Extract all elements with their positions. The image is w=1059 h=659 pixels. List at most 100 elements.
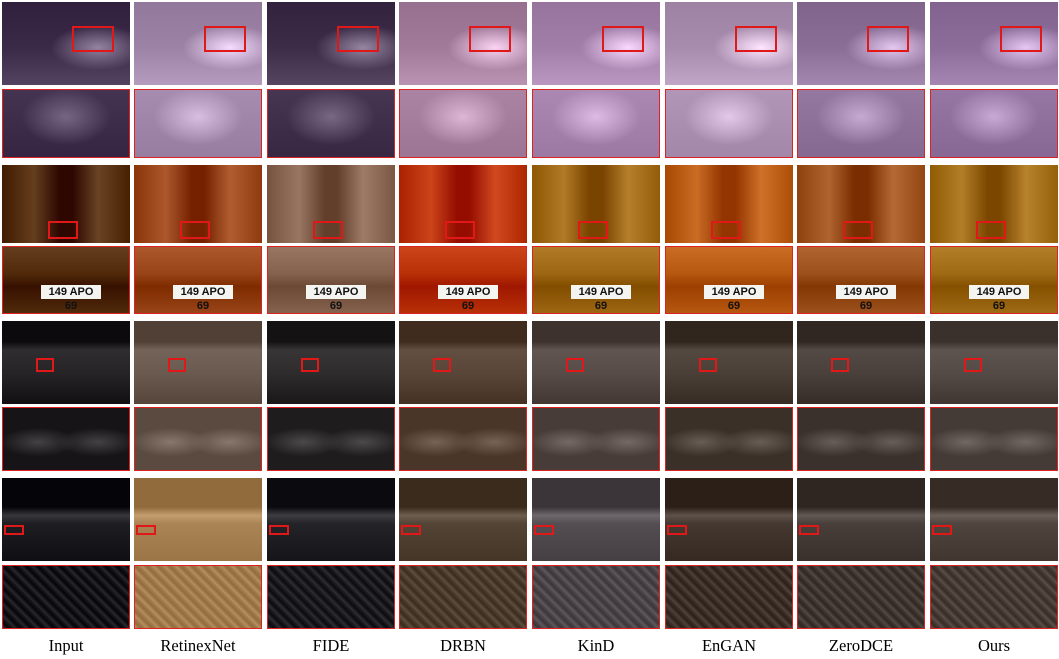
foggy-bus-night-fide-image — [267, 2, 395, 85]
night-street-people-zerodce-crop — [797, 407, 925, 471]
license-plate-text: 149 APO 69 — [173, 285, 233, 312]
roi-box — [168, 358, 186, 372]
foggy-bus-night-retinexnet-image — [134, 2, 262, 85]
bridge-bicycle-fide-image — [267, 478, 395, 561]
foggy-bus-night-engan-crop — [665, 89, 793, 158]
bridge-bicycle-input-crop — [2, 565, 130, 629]
street-car-plate-ours-crop: 149 APO 69 — [930, 246, 1058, 314]
bridge-bicycle-retinexnet-image — [134, 478, 262, 561]
foggy-bus-night-drbn-image — [399, 2, 527, 85]
street-car-plate-ours-image — [930, 165, 1058, 243]
night-street-people-engan-crop — [665, 407, 793, 471]
roi-box — [301, 358, 319, 372]
night-street-people-input-image — [2, 321, 130, 404]
foggy-bus-night-retinexnet-crop — [134, 89, 262, 158]
foggy-bus-night-input-crop — [2, 89, 130, 158]
night-street-people-drbn-image — [399, 321, 527, 404]
bridge-bicycle-engan-crop — [665, 565, 793, 629]
method-label-ours: Ours — [977, 636, 1011, 655]
roi-box — [36, 358, 54, 372]
roi-box — [964, 358, 982, 372]
night-street-people-kind-crop — [532, 407, 660, 471]
street-car-plate-input-image — [2, 165, 130, 243]
roi-box — [867, 26, 909, 52]
night-street-people-ours-image — [930, 321, 1058, 404]
foggy-bus-night-input-image — [2, 2, 130, 85]
night-street-people-engan-image — [665, 321, 793, 404]
roi-box — [602, 26, 644, 52]
roi-box — [180, 221, 210, 239]
roi-box — [699, 358, 717, 372]
street-car-plate-fide-image — [267, 165, 395, 243]
street-car-plate-input-crop: 149 APO 69 — [2, 246, 130, 314]
roi-box — [313, 221, 343, 239]
license-plate-text: 149 APO 69 — [571, 285, 631, 312]
bridge-bicycle-drbn-image — [399, 478, 527, 561]
night-street-people-drbn-crop — [399, 407, 527, 471]
roi-box — [48, 221, 78, 239]
method-label-zerodce: ZeroDCE — [828, 636, 894, 655]
roi-box — [976, 221, 1006, 239]
roi-box — [269, 525, 289, 535]
night-street-people-kind-image — [532, 321, 660, 404]
method-label-engan: EnGAN — [701, 636, 757, 655]
roi-box — [401, 525, 421, 535]
roi-box — [932, 525, 952, 535]
foggy-bus-night-fide-crop — [267, 89, 395, 158]
roi-box — [136, 525, 156, 535]
foggy-bus-night-drbn-crop — [399, 89, 527, 158]
license-plate-text: 149 APO 69 — [704, 285, 764, 312]
roi-box — [799, 525, 819, 535]
street-car-plate-engan-crop: 149 APO 69 — [665, 246, 793, 314]
comparison-grid: 149 APO 69 149 APO 69 149 APO 69 149 APO 69… — [0, 0, 1059, 659]
roi-box — [337, 26, 379, 52]
street-car-plate-engan-image — [665, 165, 793, 243]
roi-box — [4, 525, 24, 535]
foggy-bus-night-kind-image — [532, 2, 660, 85]
bridge-bicycle-zerodce-image — [797, 478, 925, 561]
bridge-bicycle-kind-crop — [532, 565, 660, 629]
street-car-plate-fide-crop: 149 APO 69 — [267, 246, 395, 314]
roi-box — [566, 358, 584, 372]
street-car-plate-retinexnet-image — [134, 165, 262, 243]
roi-box — [445, 221, 475, 239]
method-label-drbn: DRBN — [440, 636, 486, 655]
method-label-kind: KinD — [577, 636, 615, 655]
street-car-plate-zerodce-image — [797, 165, 925, 243]
roi-box — [433, 358, 451, 372]
roi-box — [831, 358, 849, 372]
roi-box — [204, 26, 246, 52]
bridge-bicycle-drbn-crop — [399, 565, 527, 629]
roi-box — [72, 26, 114, 52]
street-car-plate-retinexnet-crop: 149 APO 69 — [134, 246, 262, 314]
bridge-bicycle-kind-image — [532, 478, 660, 561]
street-car-plate-drbn-image — [399, 165, 527, 243]
bridge-bicycle-ours-image — [930, 478, 1058, 561]
street-car-plate-kind-image — [532, 165, 660, 243]
bridge-bicycle-ours-crop — [930, 565, 1058, 629]
bridge-bicycle-engan-image — [665, 478, 793, 561]
license-plate-text: 149 APO 69 — [969, 285, 1029, 312]
bridge-bicycle-zerodce-crop — [797, 565, 925, 629]
bridge-bicycle-retinexnet-crop — [134, 565, 262, 629]
night-street-people-retinexnet-crop — [134, 407, 262, 471]
roi-box — [1000, 26, 1042, 52]
foggy-bus-night-kind-crop — [532, 89, 660, 158]
night-street-people-fide-image — [267, 321, 395, 404]
bridge-bicycle-input-image — [2, 478, 130, 561]
night-street-people-fide-crop — [267, 407, 395, 471]
street-car-plate-zerodce-crop: 149 APO 69 — [797, 246, 925, 314]
night-street-people-input-crop — [2, 407, 130, 471]
license-plate-text: 149 APO 69 — [41, 285, 101, 312]
roi-box — [667, 525, 687, 535]
street-car-plate-kind-crop: 149 APO 69 — [532, 246, 660, 314]
foggy-bus-night-zerodce-image — [797, 2, 925, 85]
roi-box — [578, 221, 608, 239]
roi-box — [843, 221, 873, 239]
license-plate-text: 149 APO 69 — [836, 285, 896, 312]
foggy-bus-night-engan-image — [665, 2, 793, 85]
foggy-bus-night-zerodce-crop — [797, 89, 925, 158]
foggy-bus-night-ours-crop — [930, 89, 1058, 158]
street-car-plate-drbn-crop: 149 APO 69 — [399, 246, 527, 314]
bridge-bicycle-fide-crop — [267, 565, 395, 629]
